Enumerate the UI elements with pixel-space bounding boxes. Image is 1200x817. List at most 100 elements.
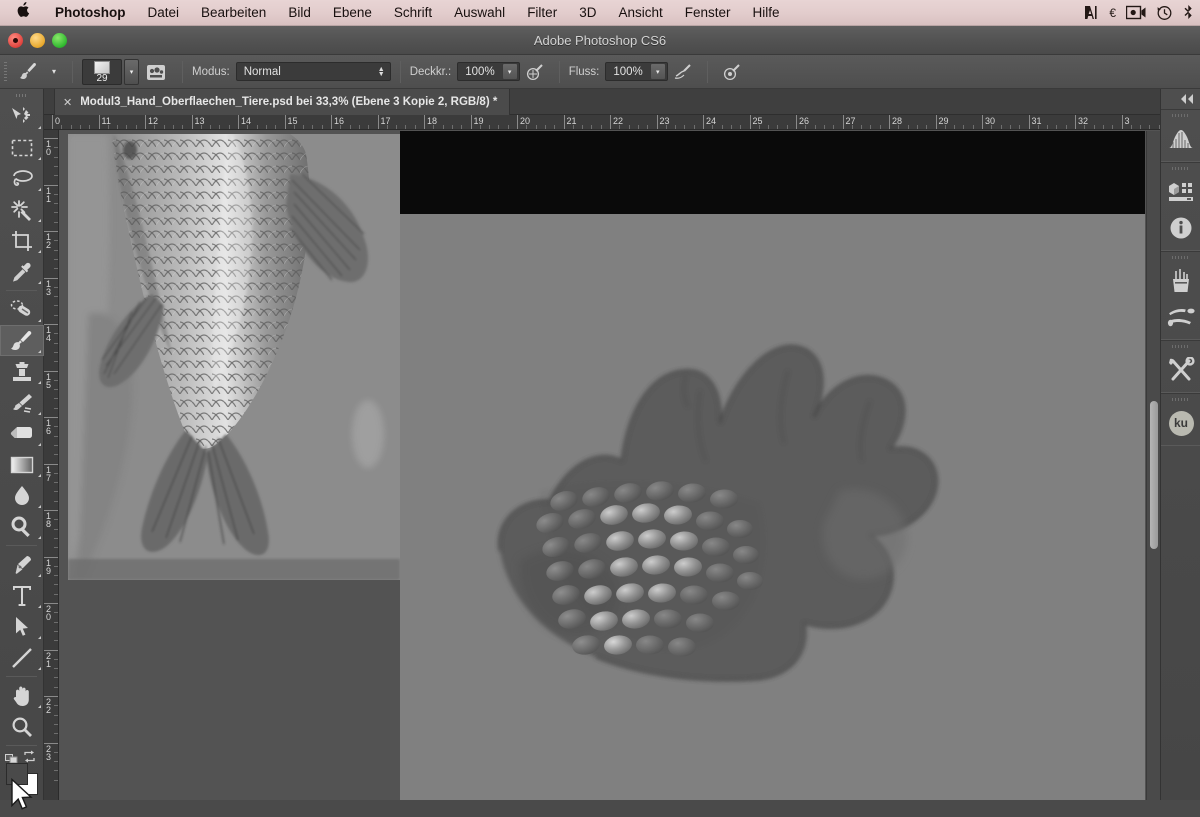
flow-input[interactable]: 100% ▾ [605,62,668,81]
menu-item-datei[interactable]: Datei [137,0,191,26]
info-panel-button[interactable] [1161,210,1200,246]
tool-flyout-indicator-icon[interactable] [38,350,41,353]
tool-flyout-indicator-icon[interactable] [38,667,41,670]
screen-recording-camera-icon[interactable] [1126,5,1146,20]
dock-group-grip[interactable] [1161,252,1200,263]
tool-flyout-indicator-icon[interactable] [38,157,41,160]
time-machine-clock-icon[interactable] [1156,4,1173,21]
dock-group-grip[interactable] [1161,163,1200,174]
blend-mode-stepper-icon[interactable]: ▲ ▼ [378,66,390,78]
path-selection-tool[interactable] [0,611,44,642]
canvas-document[interactable] [400,131,1145,800]
close-icon[interactable]: ✕ [63,96,72,109]
tool-flyout-indicator-icon[interactable] [38,705,41,708]
airbrush-icon[interactable] [717,62,747,82]
tool-flyout-indicator-icon[interactable] [38,219,41,222]
flow-pressure-icon[interactable] [668,62,698,82]
bluetooth-icon[interactable] [1183,5,1194,20]
menu-item-bild[interactable]: Bild [277,0,322,26]
properties-panel-button[interactable] [1161,174,1200,210]
default-colors-icon[interactable] [5,751,18,764]
tool-flyout-indicator-icon[interactable] [38,281,41,284]
magic-wand-tool[interactable] [0,194,44,225]
menu-item-hilfe[interactable]: Hilfe [742,0,791,26]
canvas-vertical-scrollbar[interactable] [1146,131,1160,800]
flow-caret-icon[interactable]: ▾ [649,63,666,80]
brush-panel-toggle-icon[interactable] [139,62,173,82]
tool-presets-panel-button[interactable] [1161,352,1200,388]
dodge-tool[interactable] [0,511,44,542]
dock-group-grip[interactable] [1161,394,1200,405]
eyedropper-tool[interactable] [0,256,44,287]
menu-item-3d[interactable]: 3D [568,0,607,26]
menu-item-photoshop[interactable]: Photoshop [44,0,137,26]
scrollbar-thumb[interactable] [1150,401,1158,549]
adobe-a-logo-icon[interactable] [1084,5,1099,20]
history-brush-tool[interactable] [0,387,44,418]
dock-group-grip[interactable] [1161,110,1200,121]
tool-flyout-indicator-icon[interactable] [38,474,41,477]
tool-flyout-indicator-icon[interactable] [38,381,41,384]
opacity-caret-icon[interactable]: ▾ [501,63,518,80]
brush-tool[interactable] [0,325,44,356]
eraser-tool[interactable] [0,418,44,449]
crop-tool[interactable] [0,225,44,256]
ruler-minor-tick [926,125,928,129]
line-tool[interactable] [0,642,44,673]
tool-flyout-indicator-icon[interactable] [38,443,41,446]
tool-flyout-indicator-icon[interactable] [38,505,41,508]
tool-preset-picker-caret-icon[interactable]: ▾ [45,67,63,76]
move-tool[interactable] [0,101,44,132]
document-tab[interactable]: ✕ Modul3_Hand_Oberflaechen_Tiere.psd bei… [54,89,511,115]
euro-symbol-icon[interactable]: € [1109,6,1116,20]
vertical-ruler[interactable]: 1011121314151617181920212223 [44,130,59,800]
hand-tool[interactable] [0,680,44,711]
tool-flyout-indicator-icon[interactable] [38,605,41,608]
zoom-tool[interactable] [0,711,44,742]
canvas-viewport[interactable] [60,131,1160,800]
apple-logo-icon[interactable] [16,1,30,22]
tools-panel-grip[interactable] [0,89,43,101]
rectangular-marquee-tool[interactable] [0,132,44,163]
menu-item-filter[interactable]: Filter [516,0,568,26]
menu-item-auswahl[interactable]: Auswahl [443,0,516,26]
menu-item-fenster[interactable]: Fenster [674,0,742,26]
tool-flyout-indicator-icon[interactable] [38,636,41,639]
brush-preset-caret-icon[interactable]: ▾ [124,58,139,85]
tool-flyout-indicator-icon[interactable] [38,250,41,253]
pen-tool[interactable] [0,549,44,580]
opacity-pressure-icon[interactable] [520,62,550,82]
ruler-minor-tick [54,658,58,660]
tool-flyout-indicator-icon[interactable] [38,536,41,539]
collapse-panels-icon[interactable] [1161,89,1200,109]
ruler-minor-tick [879,125,881,129]
tool-flyout-indicator-icon[interactable] [38,188,41,191]
tool-flyout-indicator-icon[interactable] [38,319,41,322]
dock-group-grip[interactable] [1161,341,1200,352]
type-tool[interactable] [0,580,44,611]
spot-healing-brush-tool[interactable] [0,294,44,325]
kuler-panel-button[interactable]: ku [1161,405,1200,441]
clone-stamp-tool[interactable] [0,356,44,387]
carp-tail-reference-photo[interactable] [68,134,400,580]
horizontal-ruler[interactable]: 0 11 12 13 14 15 16 17 18 19 20 21 22 23 24 25 26 27 28 29 3… [44,115,1160,130]
ruler-minor-tick [54,165,58,167]
blur-tool[interactable] [0,480,44,511]
menu-item-ansicht[interactable]: Ansicht [607,0,673,26]
brush-tool-icon[interactable] [11,61,45,83]
menu-item-ebene[interactable]: Ebene [322,0,383,26]
tool-flyout-indicator-icon[interactable] [38,126,41,129]
tool-flyout-indicator-icon[interactable] [38,574,41,577]
gradient-tool[interactable] [0,449,44,480]
menu-item-schrift[interactable]: Schrift [383,0,443,26]
opacity-input[interactable]: 100% ▾ [457,62,520,81]
lasso-tool[interactable] [0,163,44,194]
options-bar-grip[interactable] [0,55,11,89]
blend-mode-select[interactable]: Normal ▲ ▼ [235,62,391,81]
histogram-panel-button[interactable] [1161,121,1200,157]
tool-flyout-indicator-icon[interactable] [38,412,41,415]
brush-panel-button[interactable] [1161,299,1200,335]
brush-presets-panel-button[interactable] [1161,263,1200,299]
menu-item-bearbeiten[interactable]: Bearbeiten [190,0,277,26]
brush-preset-picker[interactable]: 29 [82,58,122,85]
